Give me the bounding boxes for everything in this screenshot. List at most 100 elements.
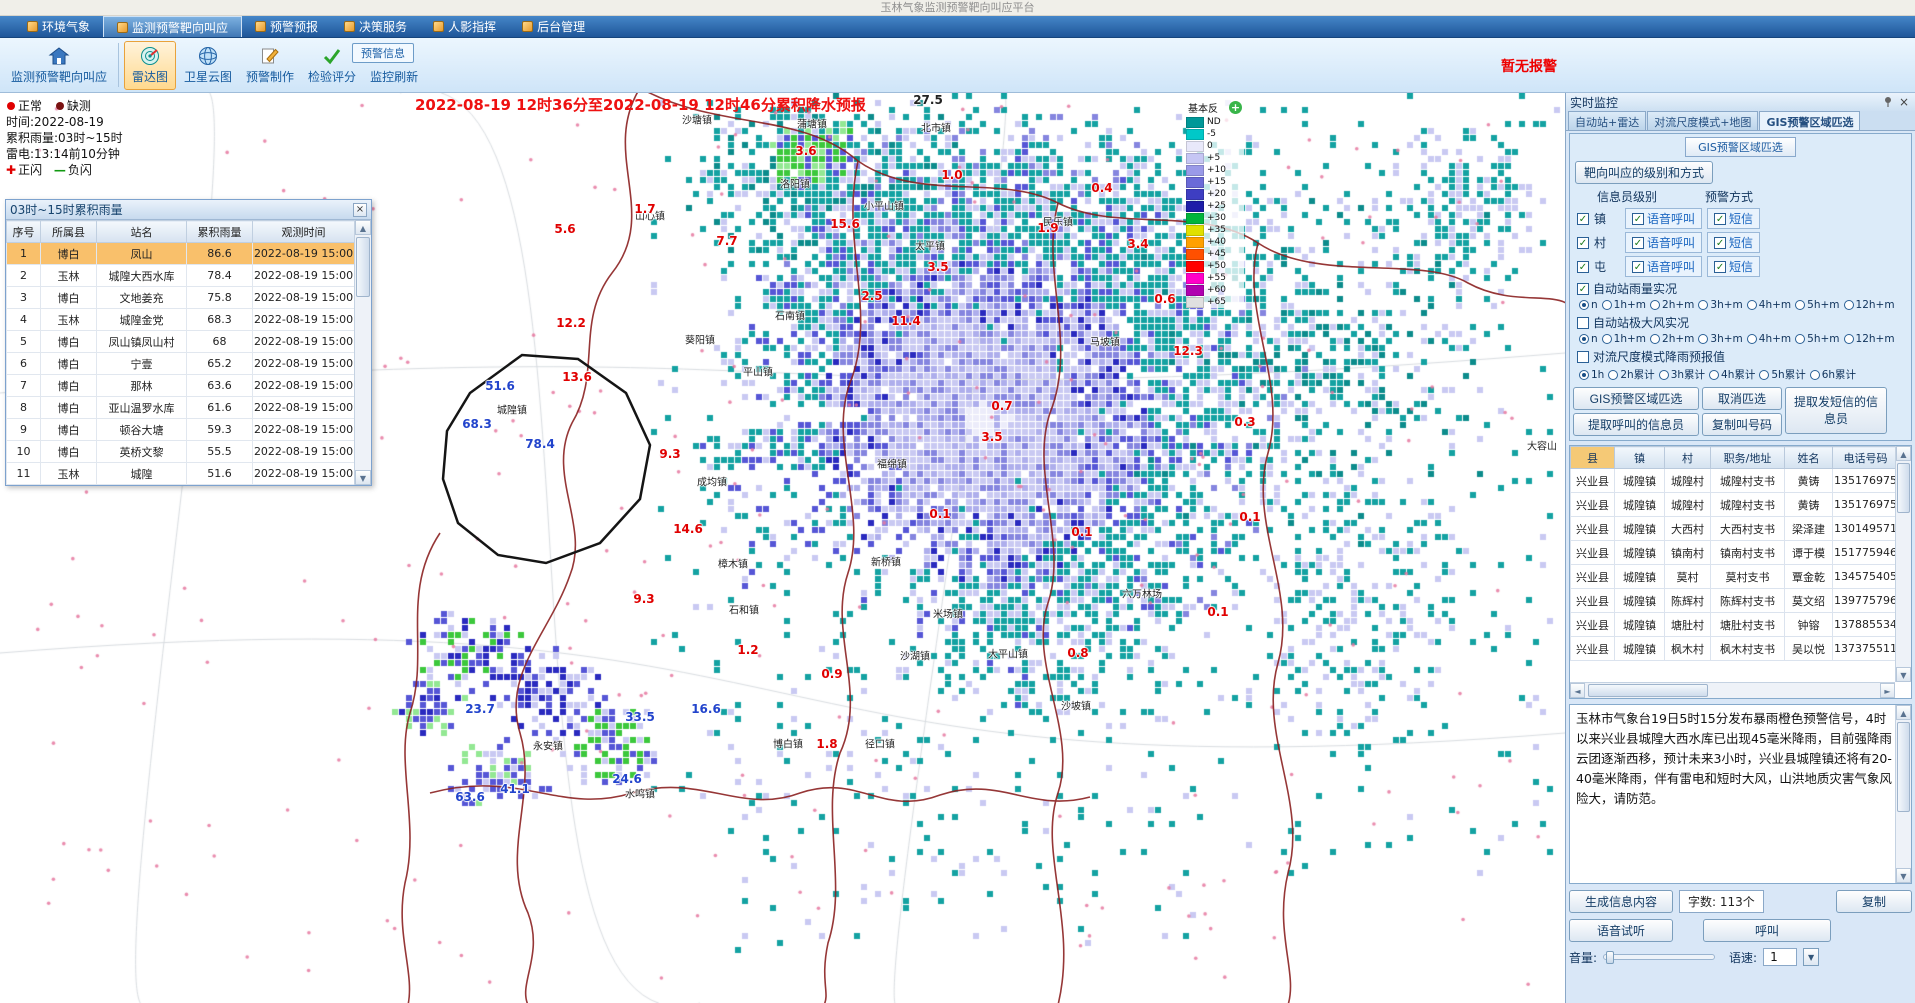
table-row[interactable]: 兴业县城隍镇塘肚村塘肚村支书钟镕137885534	[1571, 613, 1899, 637]
radio-option[interactable]: 4h+m	[1747, 299, 1791, 311]
rain-table-header-cell[interactable]: 累积雨量	[187, 221, 253, 243]
menu-tab[interactable]: 决策服务	[331, 16, 420, 37]
menu-tab[interactable]: 环境气象	[14, 16, 103, 37]
scroll-left-icon[interactable]: ◄	[1570, 683, 1585, 698]
tool-button[interactable]: 监测预警靶向叫应	[5, 41, 113, 90]
scroll-down-icon[interactable]: ▼	[1896, 868, 1911, 883]
radio-option[interactable]: 1h	[1579, 369, 1604, 381]
chevron-down-icon[interactable]: ▼	[1803, 948, 1819, 966]
radio-option[interactable]: n	[1579, 299, 1598, 311]
radio-option[interactable]: 3h+m	[1698, 333, 1742, 345]
table-row[interactable]: 兴业县城隍镇城隍村城隍村支书黄铸135176975	[1571, 493, 1899, 517]
tool-button[interactable]: 卫星云图	[178, 41, 238, 90]
radio-option[interactable]: 12h+m	[1844, 333, 1895, 345]
scroll-right-icon[interactable]: ►	[1880, 683, 1895, 698]
checkbox-icon[interactable]: ✓	[1632, 237, 1644, 249]
radio-option[interactable]: n	[1579, 333, 1598, 345]
checkbox-icon[interactable]: ✓	[1577, 261, 1589, 273]
sms-option[interactable]: ✓短信	[1707, 256, 1760, 277]
radio-icon[interactable]	[1650, 334, 1660, 344]
model-forecast-check[interactable]: 对流尺度模式降雨预报值	[1577, 348, 1908, 365]
copy-number-button[interactable]: 复制叫号码	[1702, 413, 1782, 436]
rain-window-titlebar[interactable]: 03时~15时累积雨量 ×	[6, 200, 371, 220]
cancel-select-button[interactable]: 取消匹选	[1702, 387, 1782, 410]
radio-icon[interactable]	[1844, 334, 1854, 344]
checkbox-icon[interactable]: ✓	[1577, 237, 1589, 249]
table-row[interactable]: 5博白凤山镇凤山村682022-08-19 15:00	[7, 331, 355, 353]
scroll-thumb[interactable]	[356, 237, 370, 297]
table-row[interactable]: 兴业县城隍镇陈辉村陈辉村支书莫文绍139775796	[1571, 589, 1899, 613]
radio-icon[interactable]	[1795, 300, 1805, 310]
table-row[interactable]: 1博白凤山86.62022-08-19 15:00	[7, 243, 355, 265]
extract-call-button[interactable]: 提取呼叫的信息员	[1573, 413, 1699, 436]
contact-vscrollbar[interactable]: ▲ ▼	[1895, 446, 1911, 682]
radio-option[interactable]: 4h+m	[1747, 333, 1791, 345]
radio-icon[interactable]	[1579, 334, 1589, 344]
checkbox-icon[interactable]: ✓	[1632, 213, 1644, 225]
radio-icon[interactable]	[1759, 370, 1769, 380]
radio-icon[interactable]	[1650, 300, 1660, 310]
radio-icon[interactable]	[1709, 370, 1719, 380]
voice-call-option[interactable]: ✓语音呼叫	[1625, 256, 1702, 277]
panel-tab[interactable]: 对流尺度模式+地图	[1647, 111, 1758, 130]
radio-icon[interactable]	[1698, 334, 1708, 344]
radio-option[interactable]: 3h+m	[1698, 299, 1742, 311]
table-row[interactable]: 6博白宁壹65.22022-08-19 15:00	[7, 353, 355, 375]
radio-icon[interactable]	[1795, 334, 1805, 344]
table-row[interactable]: 兴业县城隍镇枫木村枫木村支书吴以悦137375511	[1571, 637, 1899, 661]
radio-option[interactable]: 2h+m	[1650, 333, 1694, 345]
map-area[interactable]: 沙塘镇蒲塘镇北市镇洛阳镇山心镇小平山镇民乐镇太平镇马坡镇石南镇葵阳镇平山镇城隍镇…	[0, 93, 1565, 1003]
radio-icon[interactable]	[1747, 334, 1757, 344]
generate-message-button[interactable]: 生成信息内容	[1569, 890, 1673, 913]
volume-slider[interactable]	[1603, 954, 1715, 960]
tool-button[interactable]: 雷达图	[124, 41, 176, 90]
station-wind-check[interactable]: 自动站极大风实况	[1577, 314, 1908, 331]
radio-icon[interactable]	[1810, 370, 1820, 380]
tool-button[interactable]: 预警制作	[240, 41, 300, 90]
scroll-up-icon[interactable]: ▲	[1896, 446, 1911, 461]
radio-option[interactable]: 1h+m	[1602, 299, 1646, 311]
panel-close-icon[interactable]: ×	[1897, 95, 1911, 109]
radio-icon[interactable]	[1579, 370, 1589, 380]
panel-tab[interactable]: 自动站+雷达	[1568, 111, 1646, 130]
contact-hscrollbar[interactable]: ◄ ►	[1570, 682, 1895, 698]
contact-header-cell[interactable]: 电话号码	[1833, 447, 1899, 469]
checkbox-icon[interactable]: ✓	[1577, 283, 1589, 295]
rain-table-header-cell[interactable]: 观测时间	[253, 221, 355, 243]
radio-option[interactable]: 5h累计	[1759, 367, 1805, 382]
checkbox-icon[interactable]: ✓	[1714, 237, 1726, 249]
scroll-thumb[interactable]	[1897, 463, 1910, 513]
sms-option[interactable]: ✓短信	[1707, 232, 1760, 253]
station-rain-check[interactable]: ✓ 自动站雨量实况	[1577, 280, 1908, 297]
radio-option[interactable]: 2h+m	[1650, 299, 1694, 311]
contact-header-cell[interactable]: 职务/地址	[1711, 447, 1785, 469]
table-row[interactable]: 兴业县城隍镇莫村莫村支书覃金乾134575405	[1571, 565, 1899, 589]
table-row[interactable]: 11玉林城隍51.62022-08-19 15:00	[7, 463, 355, 485]
message-vscrollbar[interactable]: ▲ ▼	[1895, 705, 1911, 883]
checkbox-icon[interactable]	[1577, 351, 1589, 363]
radio-option[interactable]: 4h累计	[1709, 367, 1755, 382]
scroll-down-icon[interactable]: ▼	[355, 470, 371, 485]
radio-option[interactable]: 3h累计	[1659, 367, 1705, 382]
table-row[interactable]: 兴业县城隍镇大西村大西村支书梁泽建130149571	[1571, 517, 1899, 541]
menu-tab[interactable]: 预警预报	[242, 16, 331, 37]
voice-call-option[interactable]: ✓语音呼叫	[1625, 232, 1702, 253]
contact-header-cell[interactable]: 镇	[1615, 447, 1665, 469]
voice-preview-button[interactable]: 语音试听	[1569, 919, 1673, 942]
gis-select-button[interactable]: GIS预警区域匹选	[1573, 387, 1699, 410]
table-row[interactable]: 7博白那林63.62022-08-19 15:00	[7, 375, 355, 397]
rain-table-header-cell[interactable]: 站名	[97, 221, 187, 243]
table-row[interactable]: 8博白亚山温罗水库61.62022-08-19 15:00	[7, 397, 355, 419]
radio-icon[interactable]	[1602, 334, 1612, 344]
scroll-thumb[interactable]	[1897, 722, 1910, 812]
zoom-plus-icon[interactable]: +	[1229, 101, 1242, 114]
panel-tab[interactable]: GIS预警区域匹选	[1759, 111, 1860, 130]
speed-value-field[interactable]: 1	[1763, 948, 1797, 966]
level-mode-button[interactable]: 靶向叫应的级别和方式	[1575, 161, 1713, 184]
radio-option[interactable]: 5h+m	[1795, 299, 1839, 311]
radio-icon[interactable]	[1608, 370, 1618, 380]
radio-option[interactable]: 12h+m	[1844, 299, 1895, 311]
checkbox-icon[interactable]	[1577, 317, 1589, 329]
rain-table-header-cell[interactable]: 序号	[7, 221, 41, 243]
scroll-down-icon[interactable]: ▼	[1896, 667, 1911, 682]
